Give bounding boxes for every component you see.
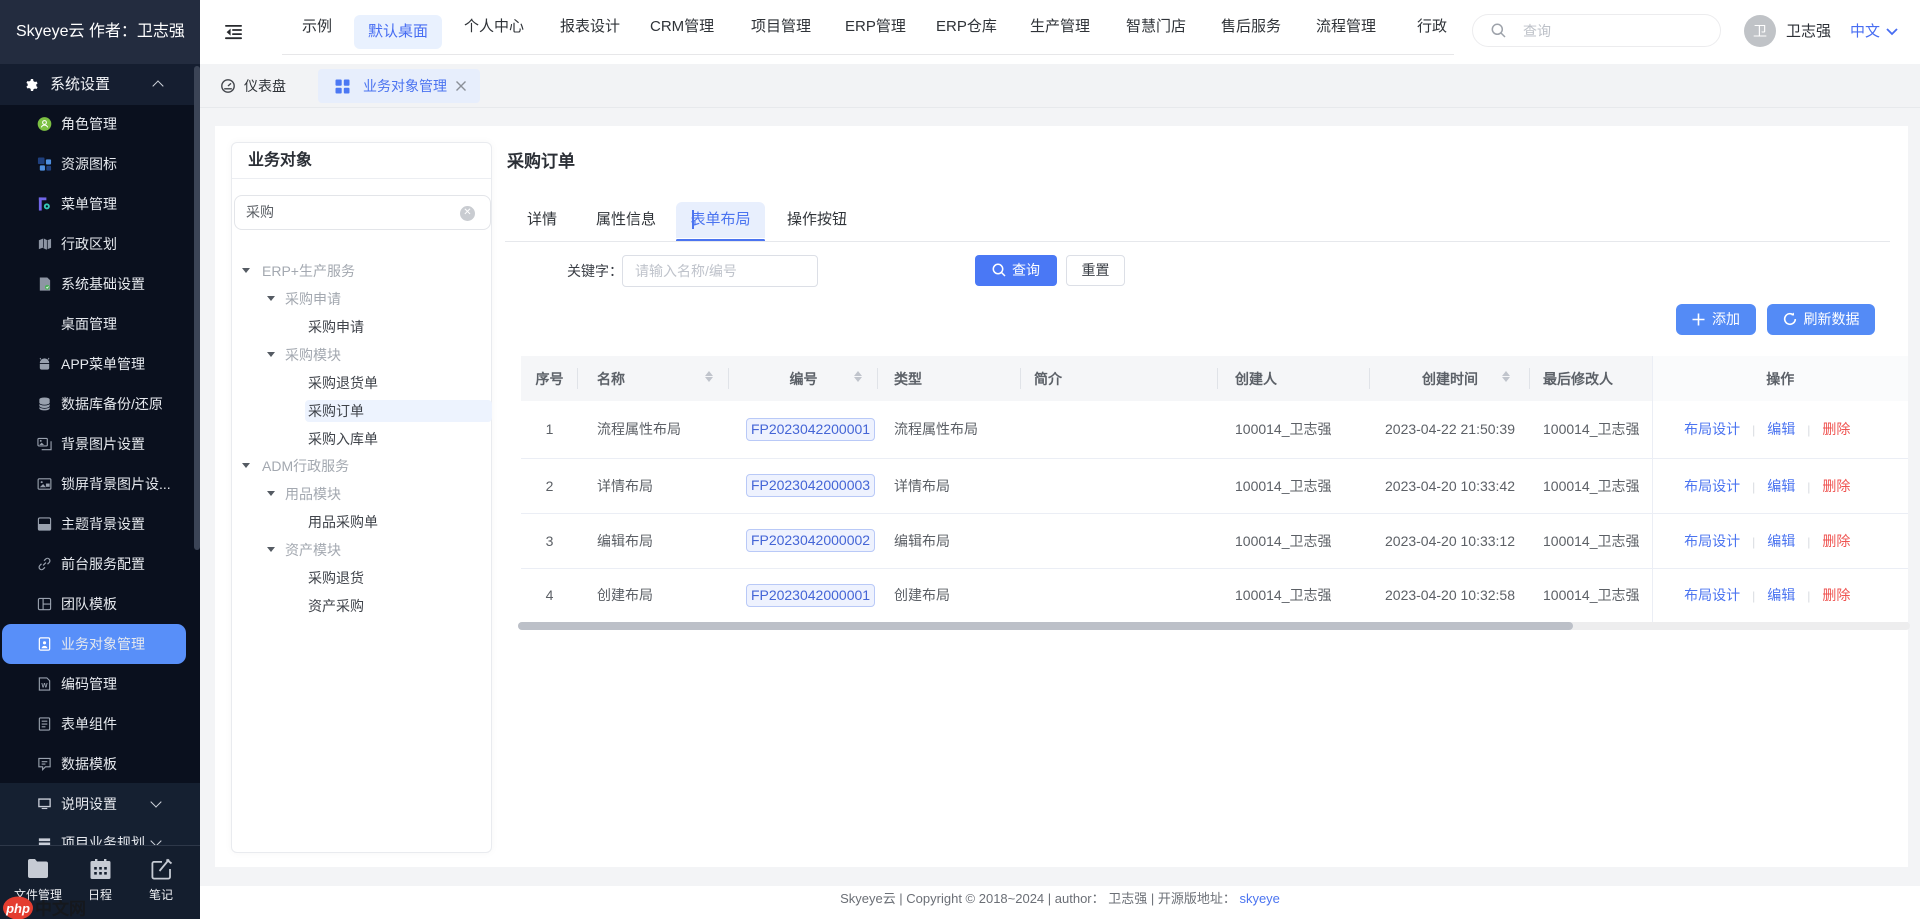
svg-text:中文网: 中文网: [35, 899, 86, 919]
svg-text:W: W: [41, 682, 48, 689]
svg-text:php: php: [5, 901, 30, 916]
